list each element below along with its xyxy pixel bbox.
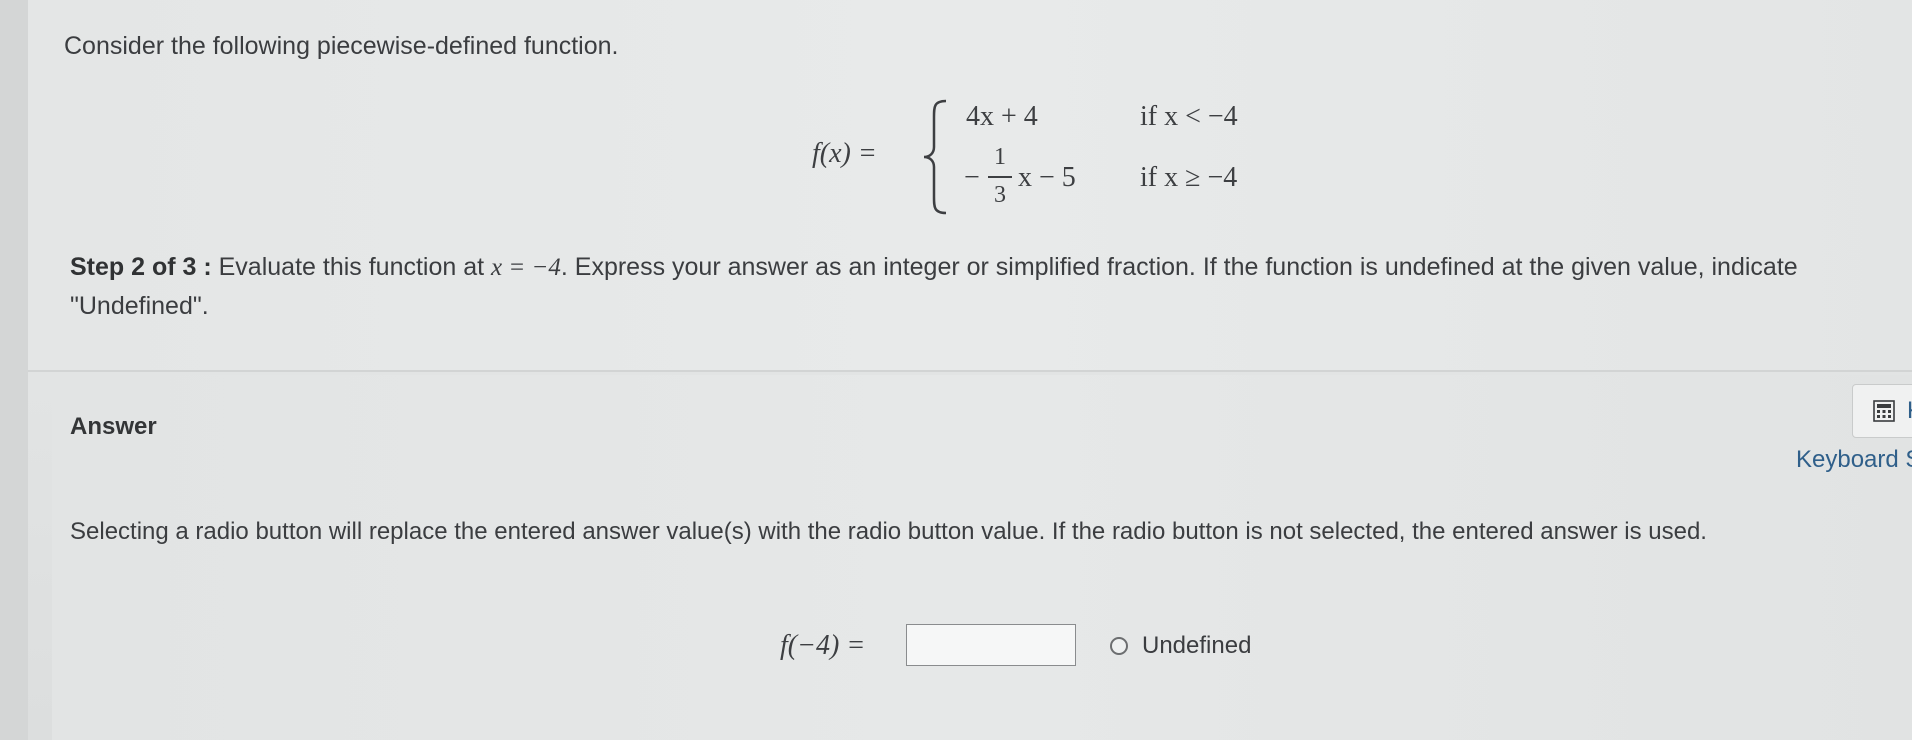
keyboard-shortcuts-link[interactable]: Keyboard Sh	[1796, 446, 1912, 474]
radio-instruction-text: Selecting a radio button will replace th…	[70, 518, 1707, 545]
left-brace-icon	[923, 99, 947, 215]
fraction-denominator: 3	[994, 182, 1006, 208]
question-intro: Consider the following piecewise-defined…	[64, 32, 619, 60]
question-panel: Consider the following piecewise-defined…	[28, 0, 1912, 372]
step-math: x = −4	[491, 254, 561, 281]
answer-panel	[52, 375, 1912, 740]
piece-2-condition: if x ≥ −4	[1140, 162, 1238, 193]
undefined-radio-button[interactable]	[1110, 637, 1128, 655]
piece-1-condition: if x < −4	[1140, 101, 1238, 132]
step-label: Step 2 of 3 :	[70, 253, 212, 281]
step-instructions: Step 2 of 3 : Evaluate this function at …	[70, 248, 1890, 325]
keyboard-button-label: Ke	[1907, 397, 1912, 425]
answer-label: Answer	[70, 413, 157, 440]
piece-1-expression: 4x + 4	[966, 101, 1038, 132]
keyboard-button[interactable]: Ke	[1852, 384, 1912, 438]
eval-label: f(−4) =	[780, 630, 866, 661]
piece-2-expression: x − 5	[1018, 162, 1076, 193]
undefined-radio-label[interactable]: Undefined	[1142, 632, 1251, 660]
piece-2-minus: −	[964, 162, 980, 193]
step-text-a: Evaluate this function at	[211, 253, 492, 281]
fraction-numerator: 1	[994, 144, 1006, 170]
function-name: f(x) =	[812, 138, 877, 169]
answer-input[interactable]	[906, 624, 1076, 666]
fraction-bar	[988, 176, 1012, 178]
screen: Consider the following piecewise-defined…	[28, 0, 1912, 740]
keypad-icon	[1873, 400, 1895, 422]
